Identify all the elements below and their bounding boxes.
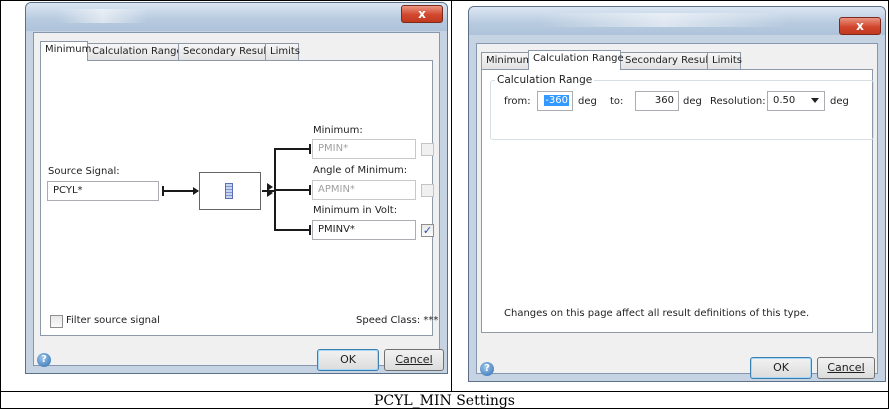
source-signal-field[interactable]: PCYL* <box>47 181 159 201</box>
tab-calculation-range[interactable]: Calculation Range <box>528 50 624 70</box>
filter-source-checkbox[interactable] <box>50 315 63 328</box>
output-wire-angle <box>274 189 311 191</box>
title-bar[interactable]: x <box>469 7 885 35</box>
speed-class-label: Speed Class: *** <box>356 315 439 326</box>
minimum-in-volt-label: Minimum in Volt: <box>313 205 398 216</box>
pane-divider <box>451 0 452 392</box>
output-wire-volt <box>274 229 311 231</box>
function-block-icon <box>225 183 233 199</box>
cancel-button[interactable]: Cancel <box>817 357 875 379</box>
tab-panel-calculation-range: Calculation Range from: -360 deg to: 360… <box>481 69 874 333</box>
minimum-field[interactable]: PMIN* <box>312 139 416 159</box>
from-value: -360 <box>544 95 569 106</box>
cap-volt <box>309 225 311 235</box>
ok-button[interactable]: OK <box>750 357 812 379</box>
resolution-value: 0.50 <box>773 95 796 106</box>
cap-angle <box>309 185 311 195</box>
to-field[interactable]: 360 <box>635 91 679 111</box>
cap-min <box>309 144 311 154</box>
to-unit: deg <box>683 96 702 107</box>
minimum-in-volt-field[interactable]: PMINV* <box>312 220 416 240</box>
cancel-button[interactable]: Cancel <box>384 349 444 371</box>
input-wire-cap <box>162 186 164 196</box>
tab-secondary-results[interactable]: Secondary Results <box>178 43 275 60</box>
calculation-range-dialog: x Minimum Calculation Range Secondary Re… <box>468 6 886 382</box>
source-signal-label: Source Signal: <box>48 166 120 177</box>
note-text: Changes on this page affect all result d… <box>504 308 810 319</box>
tab-secondary-results[interactable]: Secondary Results <box>620 52 717 69</box>
to-label: to: <box>610 96 624 107</box>
filter-source-label: Filter source signal <box>66 315 160 326</box>
from-label: from: <box>504 96 531 107</box>
question-icon[interactable]: ? <box>480 362 494 376</box>
angle-of-minimum-field[interactable]: APMIN* <box>312 180 416 200</box>
tab-minimum[interactable]: Minimum <box>40 41 91 61</box>
chevron-down-icon <box>811 98 819 103</box>
figure-caption: PCYL_MIN Settings <box>373 393 515 409</box>
tab-panel-minimum: Source Signal: PCYL* Minimum: PMIN* Angl… <box>40 60 438 336</box>
close-button[interactable]: x <box>839 17 881 35</box>
dialog-client: Minimum Calculation Range Secondary Resu… <box>476 43 878 379</box>
calculation-range-title: Calculation Range <box>495 74 595 86</box>
angle-of-minimum-checkbox[interactable] <box>421 184 434 197</box>
minimum-checkbox[interactable] <box>421 143 434 156</box>
close-button[interactable]: x <box>401 5 443 23</box>
resolution-dropdown[interactable]: 0.50 <box>767 91 825 111</box>
tab-limits[interactable]: Limits <box>265 43 300 60</box>
from-unit: deg <box>578 96 597 107</box>
minimum-function-block[interactable] <box>199 172 261 210</box>
blurred-title <box>58 9 148 23</box>
from-field[interactable]: -360 <box>537 91 573 111</box>
title-bar[interactable]: x <box>26 3 447 31</box>
output-arrow-bus-2 <box>267 189 273 197</box>
angle-of-minimum-label: Angle of Minimum: <box>313 165 408 176</box>
blurred-title <box>539 13 789 27</box>
output-wire-min <box>274 148 311 150</box>
minimum-settings-dialog: x Minimum Calculation Range Secondary Re… <box>25 2 448 374</box>
dialog-client: Minimum Calculation Range Secondary Resu… <box>33 32 444 371</box>
minimum-in-volt-checkbox[interactable]: ✓ <box>421 224 434 237</box>
ok-button[interactable]: OK <box>317 349 379 371</box>
question-icon[interactable]: ? <box>37 353 51 367</box>
tab-minimum[interactable]: Minimum <box>481 52 532 69</box>
resolution-unit: deg <box>830 96 849 107</box>
tab-calculation-range[interactable]: Calculation Range <box>87 43 183 60</box>
minimum-label: Minimum: <box>313 125 363 136</box>
resolution-label: Resolution: <box>710 96 766 107</box>
tab-limits[interactable]: Limits <box>707 52 742 69</box>
